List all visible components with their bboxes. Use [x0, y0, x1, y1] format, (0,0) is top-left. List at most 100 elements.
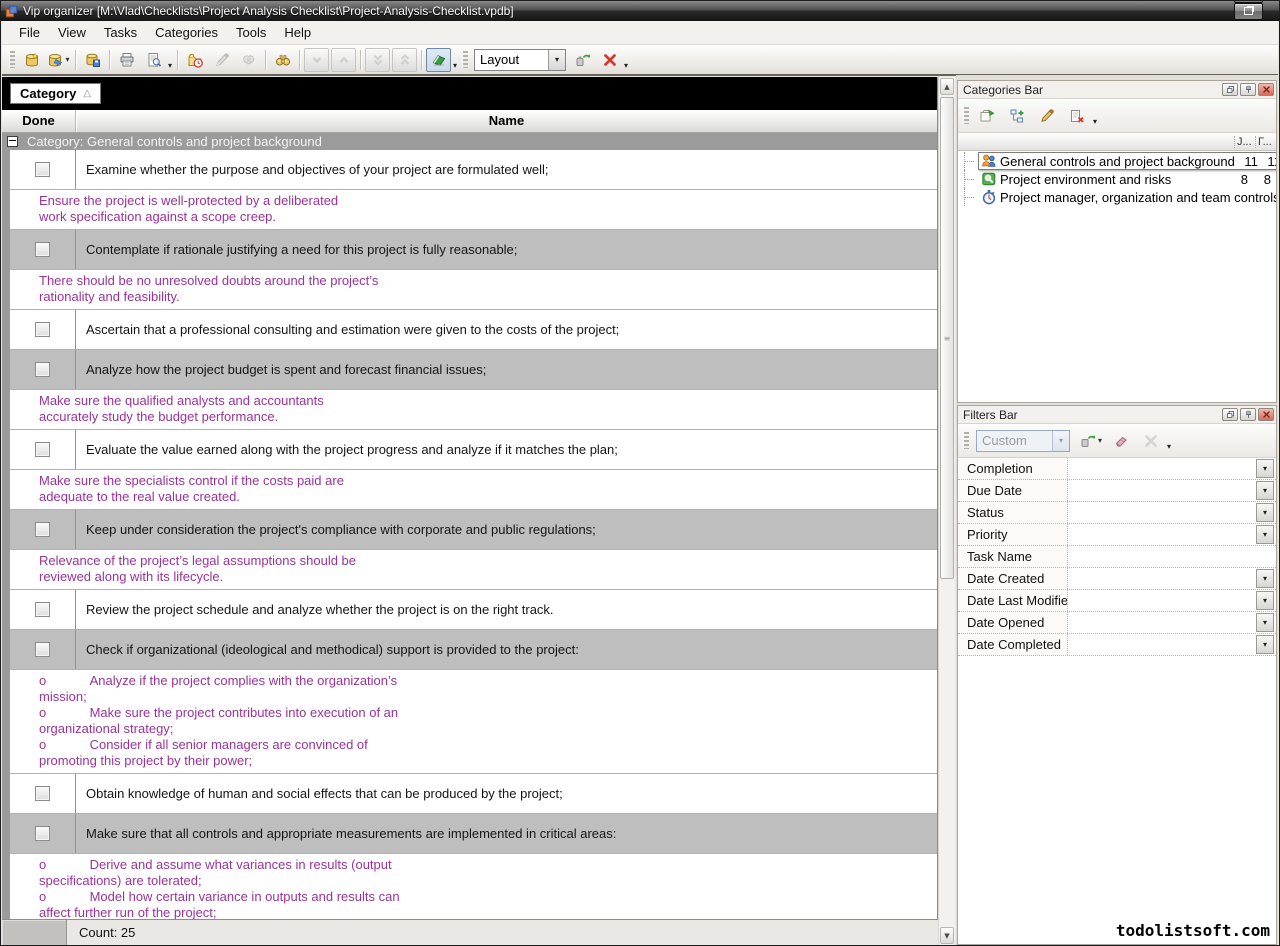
- task-row[interactable]: Evaluate the value earned along with the…: [2, 430, 937, 470]
- filter-value-field[interactable]: [1068, 568, 1255, 589]
- note-row[interactable]: Relevance of the project’s legal assumpt…: [2, 550, 937, 590]
- menu-item-view[interactable]: View: [49, 22, 95, 43]
- clear-layout-button[interactable]: [597, 48, 622, 72]
- scroll-up-icon[interactable]: ▲: [940, 78, 954, 95]
- clear-filter-button[interactable]: [1107, 429, 1135, 453]
- group-row[interactable]: Category: General controls and project b…: [2, 133, 937, 150]
- vertical-scrollbar[interactable]: ▲ ≡ ▼: [938, 77, 955, 945]
- scroll-down-icon[interactable]: ▼: [940, 927, 954, 944]
- new-database-button[interactable]: [19, 48, 44, 72]
- filter-dropdown-button[interactable]: ▾: [1256, 635, 1274, 654]
- pin-button[interactable]: [1240, 408, 1256, 421]
- chevron-down-icon[interactable]: ▾: [548, 50, 565, 70]
- overflow-arrow-icon[interactable]: ▾: [453, 61, 457, 70]
- filter-value-field[interactable]: [1068, 502, 1255, 523]
- filter-dropdown-button[interactable]: ▾: [1256, 613, 1274, 632]
- dropdown-arrow-icon[interactable]: ▾: [65, 55, 69, 64]
- overflow-arrow-icon[interactable]: ▾: [624, 61, 628, 70]
- dropdown-arrow-icon[interactable]: ▾: [1098, 436, 1102, 445]
- task-row[interactable]: Check if organizational (ideological and…: [2, 630, 937, 670]
- note-row[interactable]: o Derive and assume what variances in re…: [2, 854, 937, 919]
- collapse-group-button[interactable]: [7, 136, 18, 147]
- task-checkbox[interactable]: [35, 786, 50, 801]
- category-column-2[interactable]: Г...: [1255, 136, 1276, 148]
- save-database-button[interactable]: [80, 48, 105, 72]
- task-row[interactable]: Review the project schedule and analyze …: [2, 590, 937, 630]
- autohide-button[interactable]: [1222, 83, 1238, 96]
- filter-value-field[interactable]: [1068, 590, 1255, 611]
- task-checkbox[interactable]: [35, 162, 50, 177]
- task-checkbox[interactable]: [35, 826, 50, 841]
- filter-dropdown-button[interactable]: ▾: [1256, 481, 1274, 500]
- task-checkbox[interactable]: [35, 442, 50, 457]
- task-row[interactable]: Make sure that all controls and appropri…: [2, 814, 937, 854]
- note-row[interactable]: Make sure the specialists control if the…: [2, 470, 937, 510]
- pin-button[interactable]: [1240, 83, 1256, 96]
- filter-dropdown-button[interactable]: ▾: [1256, 591, 1274, 610]
- new-category-button[interactable]: [973, 104, 1001, 128]
- task-checkbox[interactable]: [35, 602, 50, 617]
- task-checkbox[interactable]: [35, 362, 50, 377]
- scrollbar-thumb[interactable]: ≡: [940, 97, 954, 579]
- filter-dropdown-button[interactable]: ▾: [1256, 459, 1274, 478]
- overflow-arrow-icon[interactable]: ▾: [1093, 117, 1097, 126]
- delete-category-button[interactable]: [1063, 104, 1091, 128]
- layout-view-button[interactable]: [426, 48, 451, 72]
- task-checkbox[interactable]: [35, 242, 50, 257]
- category-item[interactable]: Project manager, organization and team c…: [958, 188, 1276, 206]
- close-panel-button[interactable]: [1258, 83, 1274, 96]
- task-checkbox[interactable]: [35, 522, 50, 537]
- task-row[interactable]: Keep under consideration the project's c…: [2, 510, 937, 550]
- toolbar-grip[interactable]: [462, 51, 468, 68]
- autohide-button[interactable]: [1222, 408, 1238, 421]
- note-row[interactable]: There should be no unresolved doubts aro…: [2, 270, 937, 310]
- menu-item-tools[interactable]: Tools: [227, 22, 275, 43]
- column-header-done[interactable]: Done: [2, 110, 76, 132]
- apply-filter-button[interactable]: ▾: [1077, 429, 1105, 453]
- layout-combo[interactable]: Layout ▾: [474, 49, 566, 71]
- print-button[interactable]: [114, 48, 139, 72]
- task-row[interactable]: Examine whether the purpose and objectiv…: [2, 150, 937, 190]
- apply-layout-button[interactable]: [570, 48, 595, 72]
- category-item[interactable]: Project environment and risks88: [958, 170, 1276, 188]
- edit-category-button[interactable]: [1033, 104, 1061, 128]
- menu-item-tasks[interactable]: Tasks: [95, 22, 146, 43]
- task-row[interactable]: Ascertain that a professional consulting…: [2, 310, 937, 350]
- task-row[interactable]: Obtain knowledge of human and social eff…: [2, 774, 937, 814]
- toolbar-grip[interactable]: [963, 432, 969, 449]
- toolbar-grip[interactable]: [963, 107, 969, 124]
- close-panel-button[interactable]: [1258, 408, 1274, 421]
- filter-value-field[interactable]: [1068, 524, 1255, 545]
- menu-item-categories[interactable]: Categories: [146, 22, 227, 43]
- note-row[interactable]: Ensure the project is well-protected by …: [2, 190, 937, 230]
- column-header-name[interactable]: Name: [76, 110, 937, 132]
- new-subcategory-button[interactable]: [1003, 104, 1031, 128]
- filter-value-field[interactable]: [1068, 480, 1255, 501]
- open-database-button[interactable]: ▾: [46, 48, 71, 72]
- note-row[interactable]: Make sure the qualified analysts and acc…: [2, 390, 937, 430]
- menu-item-file[interactable]: File: [10, 22, 49, 43]
- filter-value-field[interactable]: [1068, 458, 1255, 479]
- filter-dropdown-button[interactable]: ▾: [1256, 503, 1274, 522]
- new-task-button[interactable]: [182, 48, 207, 72]
- group-by-category-chip[interactable]: Category △: [10, 83, 101, 104]
- filter-dropdown-button[interactable]: ▾: [1256, 525, 1274, 544]
- menu-item-help[interactable]: Help: [275, 22, 320, 43]
- task-checkbox[interactable]: [35, 322, 50, 337]
- task-checkbox[interactable]: [35, 642, 50, 657]
- filter-value-field[interactable]: [1068, 634, 1255, 655]
- filter-value-field[interactable]: [1068, 546, 1276, 567]
- toolbar-grip[interactable]: [9, 51, 15, 68]
- task-row[interactable]: Contemplate if rationale justifying a ne…: [2, 230, 937, 270]
- task-row[interactable]: Analyze how the project budget is spent …: [2, 350, 937, 390]
- overflow-arrow-icon[interactable]: ▾: [168, 61, 172, 70]
- restore-button[interactable]: [1234, 3, 1263, 20]
- note-row[interactable]: o Analyze if the project complies with t…: [2, 670, 937, 774]
- category-column-1[interactable]: J...: [1234, 136, 1255, 148]
- overflow-arrow-icon[interactable]: ▾: [1167, 442, 1171, 451]
- filter-dropdown-button[interactable]: ▾: [1256, 569, 1274, 588]
- find-button[interactable]: [270, 48, 295, 72]
- print-preview-button[interactable]: [141, 48, 166, 72]
- filter-value-field[interactable]: [1068, 612, 1255, 633]
- category-item[interactable]: General controls and project background1…: [958, 152, 1276, 170]
